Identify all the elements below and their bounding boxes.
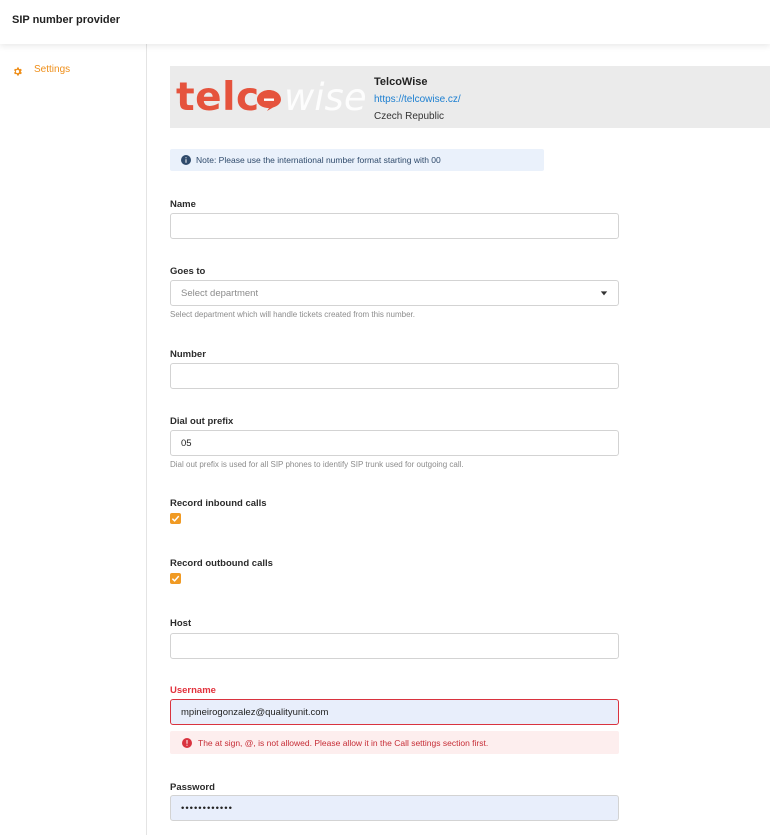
username-error-text: The at sign, @, is not allowed. Please a… [198,737,489,748]
name-label: Name [170,199,196,210]
number-input[interactable] [170,363,619,389]
goes-to-label: Goes to [170,266,206,277]
logo-text: telc [176,75,260,120]
record-inbound-checkbox[interactable] [170,513,181,524]
number-label: Number [170,349,206,360]
provider-url-link[interactable]: https://telcowise.cz/ [374,91,461,108]
sidebar-item-label: Settings [34,64,71,75]
provider-card: telc wise TelcoWise https://telcowise.cz… [170,66,770,128]
provider-logo: telc wise [176,74,368,122]
dial-out-prefix-input[interactable] [170,430,619,456]
logo-speech-bubble-icon [257,90,281,111]
record-outbound-label: Record outbound calls [170,558,273,569]
format-note: Note: Please use the international numbe… [170,149,544,171]
top-header: SIP number provider [0,0,770,44]
provider-name: TelcoWise [374,76,428,88]
checkmark-icon [171,575,180,582]
goes-to-help: Select department which will handle tick… [170,310,416,319]
host-input[interactable] [170,633,619,659]
caret-down-icon [600,291,608,296]
note-text: Note: Please use the international numbe… [196,155,441,165]
checkmark-icon [171,515,180,522]
provider-country: Czech Republic [374,111,445,122]
username-input[interactable] [170,699,619,725]
dial-out-prefix-help: Dial out prefix is used for all SIP phon… [170,460,464,469]
sidebar: Settings [0,44,147,835]
username-label: Username [170,685,216,696]
record-outbound-checkbox[interactable] [170,573,181,584]
page-title: SIP number provider [12,14,120,26]
name-input[interactable] [170,213,619,239]
username-error-message: The at sign, @, is not allowed. Please a… [170,731,619,754]
password-label: Password [170,782,215,793]
host-label: Host [170,618,192,629]
provider-info: TelcoWise https://telcowise.cz/ Czech Re… [374,74,461,125]
error-icon [182,737,192,748]
department-select-placeholder: Select department [181,288,259,299]
gear-icon [12,64,23,76]
record-inbound-label: Record inbound calls [170,498,267,509]
dial-out-prefix-label: Dial out prefix [170,416,234,427]
info-icon [181,155,191,165]
department-select[interactable]: Select department [170,280,619,306]
sidebar-item-settings[interactable]: Settings [12,64,71,76]
logo-faded-text: wise [284,76,367,119]
password-input[interactable] [170,795,619,821]
